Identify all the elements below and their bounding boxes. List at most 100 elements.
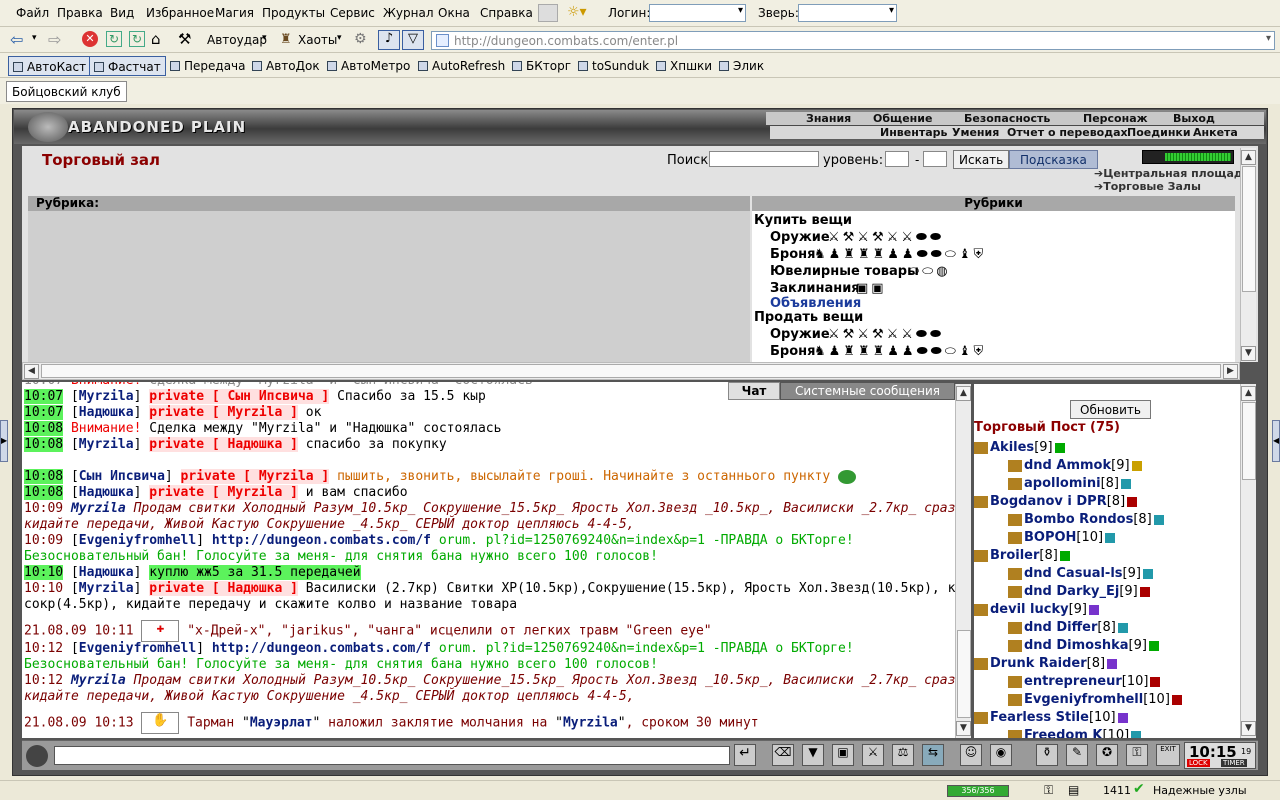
user-name[interactable]: Drunk Raider [990, 656, 1087, 671]
sell-armor[interactable]: Броня [770, 344, 815, 359]
user-list-item[interactable]: Broiler[8] [974, 548, 1070, 565]
menu-products[interactable]: Продукты [262, 6, 325, 20]
user-info-icon[interactable] [1054, 442, 1065, 453]
buy-spells[interactable]: Заклинания [770, 281, 860, 296]
nav-knowledge[interactable]: Знания [806, 112, 851, 125]
refresh-icon[interactable]: ↻ [106, 31, 122, 47]
user-info-icon[interactable] [1089, 604, 1099, 615]
haoty-button[interactable]: Хаоты [298, 33, 337, 47]
back-dropdown-icon[interactable]: ▾ [32, 33, 37, 43]
haoty-dropdown-icon[interactable]: ▾ [337, 33, 342, 43]
private-message-icon[interactable] [1008, 531, 1022, 544]
users-scroll-thumb[interactable] [1242, 402, 1256, 480]
private-message-icon[interactable] [1008, 675, 1022, 688]
menu-windows[interactable]: Окна [438, 6, 470, 20]
refresh-button[interactable]: Обновить [1070, 400, 1151, 419]
chat-nick[interactable]: Надюшка [79, 485, 134, 500]
chat-link[interactable]: http://dungeon.combats.com/f [212, 533, 431, 548]
userlist-scrollbar[interactable]: ▲ ▼ [1240, 384, 1256, 738]
private-message-icon[interactable] [1008, 621, 1022, 634]
emote-icon[interactable] [26, 745, 48, 767]
user-list-item[interactable]: ВОРОН[10] [1008, 530, 1116, 547]
user-name[interactable]: entrepreneur [1024, 674, 1122, 689]
link-fastchat[interactable]: Фастчат [89, 56, 166, 76]
user-list-item[interactable]: dnd Differ[8] [1008, 620, 1128, 637]
right-panel-toggle-icon[interactable]: ◀ [1272, 420, 1280, 462]
link-central-square[interactable]: ➔Центральная площадь [1094, 167, 1250, 180]
chat-scroll-up-icon[interactable]: ▲ [956, 386, 971, 401]
nav-security[interactable]: Безопасность [964, 112, 1050, 125]
sell-weapons[interactable]: Оружие [770, 327, 830, 342]
nav-exit[interactable]: Выход [1173, 112, 1215, 125]
menu-help[interactable]: Справка [480, 6, 533, 20]
skill-icon[interactable]: ✪ [1096, 744, 1118, 766]
nav-character[interactable]: Персонаж [1083, 112, 1148, 125]
scroll-up-icon[interactable]: ▲ [1241, 150, 1256, 165]
market-hscrollbar[interactable]: ◀ ▶ [22, 362, 1240, 380]
user-name[interactable]: dnd Differ [1024, 620, 1097, 635]
chat-nick[interactable]: Сын Ипсвича [79, 469, 165, 484]
armor-icons[interactable]: ♞♟♜♜♜♟♟⬬⬬⬭♝⛨ [814, 247, 986, 262]
buy-jewelry[interactable]: Ювелирные товары [770, 264, 919, 279]
user-list-item[interactable]: Akiles[9] [974, 440, 1065, 457]
scroll-left-icon[interactable]: ◀ [24, 364, 39, 379]
chat-nick[interactable]: Myrzila [79, 389, 134, 404]
private-message-icon[interactable] [1008, 459, 1022, 472]
user-name[interactable]: devil lucky [990, 602, 1069, 617]
chat-scroll-thumb[interactable] [957, 630, 971, 718]
private-message-icon[interactable] [1008, 567, 1022, 580]
chat-nick[interactable]: Надюшка [79, 565, 134, 580]
user-info-icon[interactable] [1107, 658, 1118, 669]
link-autorefresh[interactable]: AutoRefresh [414, 56, 509, 76]
sun-icon[interactable]: ☼▾ [567, 4, 593, 22]
user-info-icon[interactable] [1131, 460, 1142, 471]
spell-icons[interactable]: ▣▣ [856, 281, 887, 296]
address-bar[interactable]: http://dungeon.combats.com/enter.pl ▾ [431, 31, 1275, 50]
search-input[interactable] [709, 151, 819, 167]
users-scroll-down-icon[interactable]: ▼ [1241, 721, 1256, 736]
hscroll-thumb[interactable] [41, 364, 1221, 378]
chat-scroll-down-icon[interactable]: ▼ [956, 721, 971, 736]
address-dropdown-icon[interactable]: ▾ [1266, 33, 1271, 44]
chat-nick[interactable]: Надюшка [79, 405, 134, 420]
user-list-item[interactable]: Evgeniyfromhell[10] [1008, 692, 1182, 709]
buy-weapons[interactable]: Оружие [770, 230, 830, 245]
user-name[interactable]: Bombo Rondos [1024, 512, 1133, 527]
user-info-icon[interactable] [1139, 586, 1150, 597]
menu-magic[interactable]: Магия [215, 6, 254, 20]
level-max-input[interactable] [923, 151, 947, 167]
home-icon[interactable] [538, 4, 558, 22]
link-hpshki[interactable]: Хпшки [652, 56, 716, 76]
private-message-icon[interactable] [1008, 639, 1022, 652]
trade-icon[interactable]: ⚖ [892, 744, 914, 766]
user-info-icon[interactable] [1121, 478, 1131, 489]
private-message-icon[interactable] [974, 441, 988, 454]
jewelry-icons[interactable]: ⬭⬭◍ [908, 264, 951, 279]
user-list-item[interactable]: dnd Darky_Ej[9] [1008, 584, 1150, 601]
user-name[interactable]: Freedom K [1024, 728, 1102, 738]
user-name[interactable]: Evgeniyfromhell [1024, 692, 1143, 707]
nav-communication[interactable]: Общение [873, 112, 932, 125]
scroll-thumb[interactable] [1242, 166, 1256, 292]
refresh-all-icon[interactable]: ↻ [129, 31, 145, 47]
sell-section[interactable]: Продать вещи [754, 310, 863, 325]
user-list-item[interactable]: Freedom K[10] [1008, 728, 1142, 738]
lock-badge[interactable]: LOCK [1187, 759, 1210, 767]
nav-profile[interactable]: Анкета [1193, 126, 1238, 139]
nav-skills[interactable]: Умения [952, 126, 999, 139]
address-text[interactable]: http://dungeon.combats.com/enter.pl [454, 34, 678, 48]
scroll-icon[interactable]: ✎ [1066, 744, 1088, 766]
timer-badge[interactable]: TIMER [1221, 759, 1247, 767]
private-message-icon[interactable] [974, 657, 988, 670]
private-message-icon[interactable] [1008, 513, 1022, 526]
link-bktorg[interactable]: БКторг [508, 56, 575, 76]
fight-icon[interactable]: ⚔ [862, 744, 884, 766]
menu-journal[interactable]: Журнал [383, 6, 434, 20]
user-info-icon[interactable] [1105, 532, 1116, 543]
user-list-item[interactable]: dnd Dimoshka[9] [1008, 638, 1159, 655]
buy-ads[interactable]: Объявления [770, 296, 861, 311]
sell-weapon-icons[interactable]: ⚔⚒⚔⚒⚔⚔⬬⬬ [828, 327, 944, 342]
link-trade-halls[interactable]: ➔Торговые Залы [1094, 180, 1201, 193]
user-list-item[interactable]: Bogdanov i DPR[8] [974, 494, 1138, 511]
tools-icon[interactable]: ⚒ [178, 30, 191, 48]
